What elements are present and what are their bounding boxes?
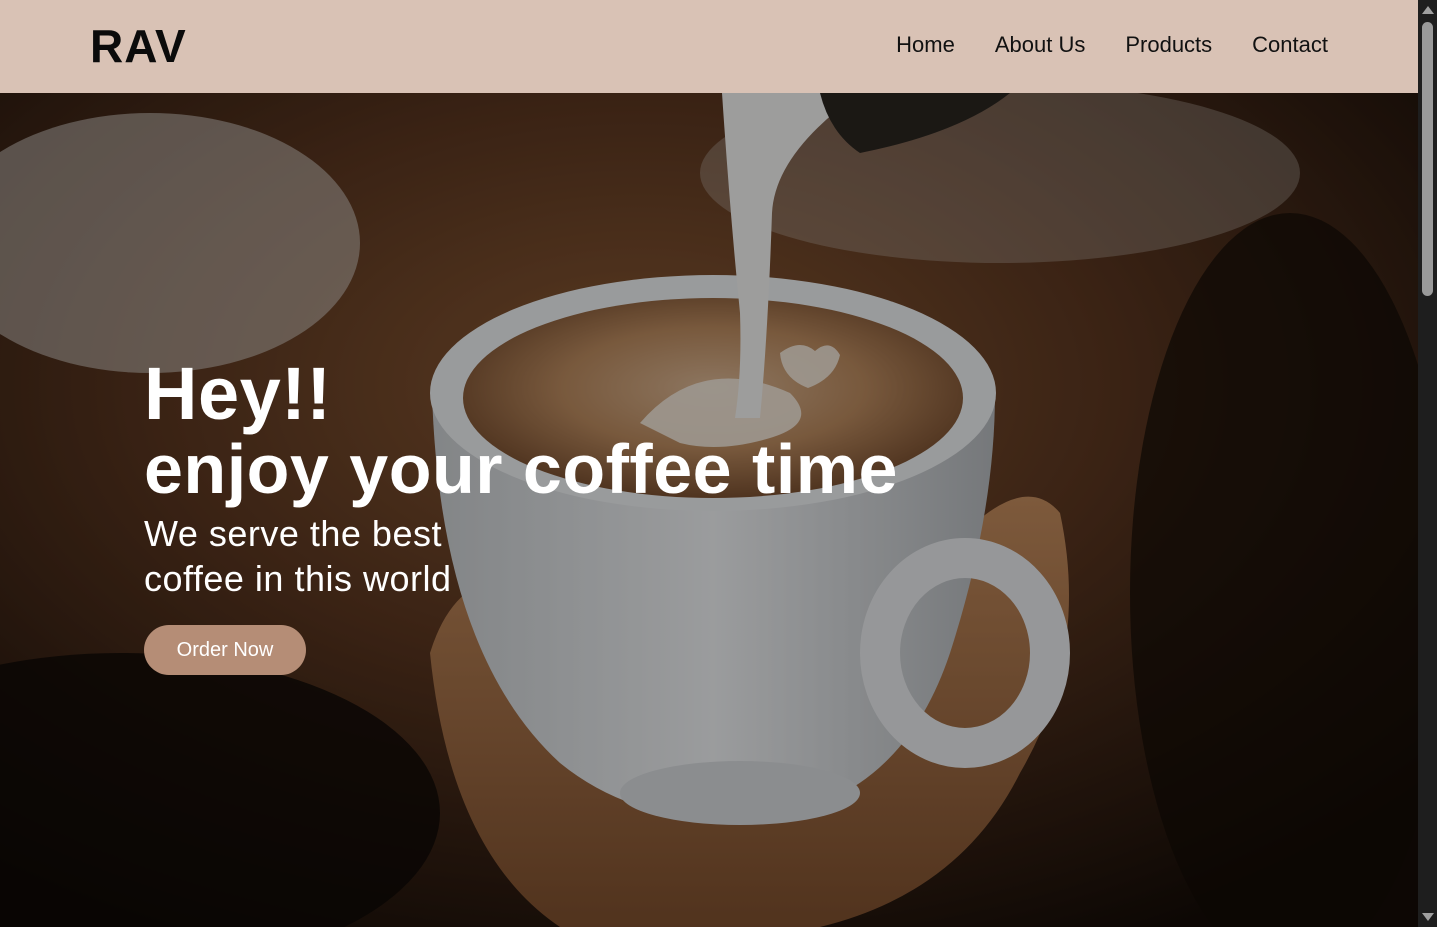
scroll-thumb[interactable] [1422, 22, 1433, 296]
nav-home[interactable]: Home [896, 30, 955, 60]
site-header: RAV Home About Us Products Contact [0, 0, 1418, 93]
logo[interactable]: RAV [90, 20, 187, 72]
hero-section: Hey!! enjoy your coffee time We serve th… [0, 93, 1418, 927]
nav-contact[interactable]: Contact [1252, 30, 1328, 60]
scroll-up-arrow-icon[interactable] [1422, 6, 1434, 14]
scroll-down-arrow-icon[interactable] [1422, 913, 1434, 921]
order-now-button[interactable]: Order Now [144, 625, 306, 675]
hero-heading-line-2: enjoy your coffee time [144, 430, 898, 508]
page-scrollbar[interactable] [1418, 0, 1437, 927]
hero-content: Hey!! enjoy your coffee time We serve th… [144, 355, 898, 675]
hero-subtitle: We serve the best coffee in this world [144, 513, 452, 599]
nav-products[interactable]: Products [1125, 30, 1212, 60]
main-nav: Home About Us Products Contact [896, 30, 1328, 60]
nav-about-us[interactable]: About Us [995, 30, 1086, 60]
hero-heading-line-1: Hey!! [144, 352, 332, 435]
page: RAV Home About Us Products Contact Hey!!… [0, 0, 1418, 927]
